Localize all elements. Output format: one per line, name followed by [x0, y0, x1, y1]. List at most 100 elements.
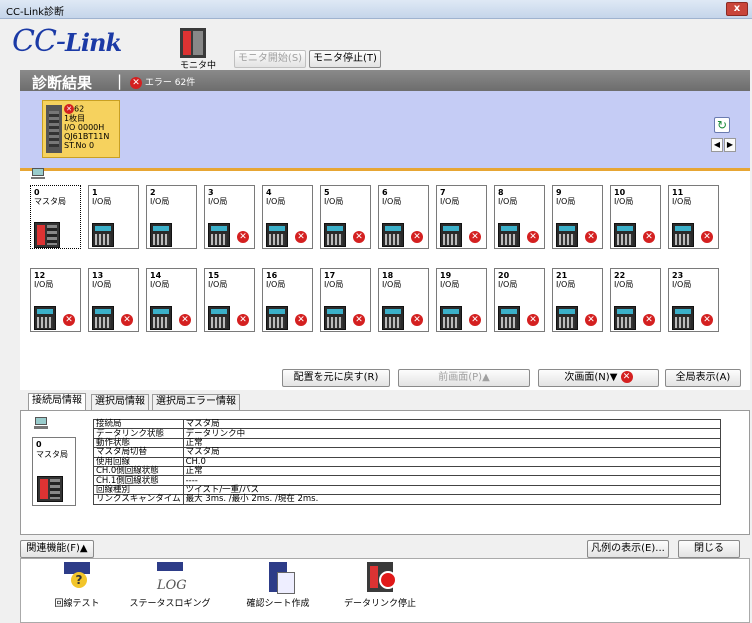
station-master[interactable]: 0 マスタ局 — [30, 185, 81, 249]
station-type: I/O局 — [208, 197, 228, 206]
show-legend-button[interactable]: 凡例の表示(E)... — [587, 540, 669, 558]
info-value: 正常 — [182, 465, 721, 477]
status-logging-button[interactable]: LOG ステータスロギング — [125, 562, 215, 609]
io-module-icon — [92, 306, 114, 330]
station-io[interactable]: 2 I/O局 — [146, 185, 197, 249]
station-io[interactable]: 12 I/O局 ✕ — [30, 268, 81, 332]
monitor-stop-button[interactable]: モニタ停止(T) — [309, 50, 381, 68]
table-row: CH.0側回線状態 正常 — [93, 465, 721, 477]
connected-station-card: 0 マスタ局 — [32, 437, 76, 506]
station-number: 22 — [614, 271, 626, 280]
next-screen-button[interactable]: 次画面(N)▼ ✕ — [538, 369, 659, 387]
refresh-icon[interactable]: ↻ — [714, 117, 730, 133]
station-io[interactable]: 10 I/O局 ✕ — [610, 185, 661, 249]
station-io[interactable]: 4 I/O局 ✕ — [262, 185, 313, 249]
station-io[interactable]: 14 I/O局 ✕ — [146, 268, 197, 332]
master-module-icon — [34, 222, 60, 248]
result-separator: | — [117, 72, 123, 90]
station-type: I/O局 — [614, 197, 634, 206]
error-icon: ✕ — [353, 314, 365, 326]
station-io[interactable]: 17 I/O局 ✕ — [320, 268, 371, 332]
io-module-icon — [324, 223, 346, 247]
io-module-icon — [498, 306, 520, 330]
monitor-start-button[interactable]: モニタ開始(S) — [234, 50, 306, 68]
restore-layout-button[interactable]: 配置を元に戻す(R) — [282, 369, 390, 387]
station-io[interactable]: 20 I/O局 ✕ — [494, 268, 545, 332]
computer-icon — [31, 168, 45, 179]
tab-selected-station-errors[interactable]: 選択局エラー情報 — [152, 394, 240, 410]
line-test-button[interactable]: 回線テスト — [42, 562, 112, 609]
check-sheet-button[interactable]: 確認シート作成 — [238, 562, 318, 609]
station-type: I/O局 — [440, 197, 460, 206]
station-io[interactable]: 16 I/O局 ✕ — [262, 268, 313, 332]
station-io[interactable]: 23 I/O局 ✕ — [668, 268, 719, 332]
info-value: ---- — [182, 475, 721, 486]
station-io[interactable]: 6 I/O局 ✕ — [378, 185, 429, 249]
error-icon: ✕ — [469, 314, 481, 326]
error-icon: ✕ — [295, 231, 307, 243]
station-number: 23 — [672, 271, 684, 280]
station-number: 12 — [34, 271, 46, 280]
station-number: 1 — [92, 188, 98, 197]
station-type: I/O局 — [92, 280, 112, 289]
station-type: I/O局 — [672, 197, 692, 206]
station-number: 11 — [672, 188, 684, 197]
station-io[interactable]: 3 I/O局 ✕ — [204, 185, 255, 249]
station-io[interactable]: 1 I/O局 — [88, 185, 139, 249]
station-io[interactable]: 11 I/O局 ✕ — [668, 185, 719, 249]
table-row: 動作状態 正常 — [93, 437, 721, 449]
io-module-icon — [614, 306, 636, 330]
title-bar: CC-Link診断 x — [0, 0, 752, 19]
computer-icon — [34, 417, 48, 429]
plc-module-icon — [46, 105, 62, 153]
master-module-icon — [37, 476, 63, 502]
scroll-right-button[interactable]: ▶ — [724, 138, 736, 152]
info-key: データリンク状態 — [93, 428, 184, 439]
station-io[interactable]: 15 I/O局 ✕ — [204, 268, 255, 332]
window-close-button[interactable]: x — [726, 2, 748, 16]
io-module-icon — [440, 223, 462, 247]
io-module-icon — [266, 306, 288, 330]
station-type: I/O局 — [266, 197, 286, 206]
table-row: データリンク状態 データリンク中 — [93, 428, 721, 439]
error-icon: ✕ — [130, 76, 142, 89]
scroll-left-button[interactable]: ◀ — [711, 138, 723, 152]
master-module-card[interactable]: ✕ 62 1枚目 I/O 0000H QJ61BT11N ST.No 0 — [42, 100, 120, 158]
station-io[interactable]: 9 I/O局 ✕ — [552, 185, 603, 249]
prev-screen-button[interactable]: 前画面(P)▲ — [398, 369, 530, 387]
info-key: 回線種別 — [93, 484, 184, 496]
station-io[interactable]: 18 I/O局 ✕ — [378, 268, 429, 332]
tab-selected-station[interactable]: 選択局情報 — [91, 394, 149, 410]
io-module-icon — [672, 306, 694, 330]
error-icon: ✕ — [179, 314, 191, 326]
related-functions-button[interactable]: 関連機能(F)▲ — [20, 540, 94, 558]
error-icon: ✕ — [585, 314, 597, 326]
station-number: 17 — [324, 271, 336, 280]
station-io[interactable]: 13 I/O局 ✕ — [88, 268, 139, 332]
station-io[interactable]: 22 I/O局 ✕ — [610, 268, 661, 332]
datalink-stop-icon — [367, 562, 397, 592]
table-row: 接続局 マスタ局 — [93, 418, 721, 430]
station-io[interactable]: 19 I/O局 ✕ — [436, 268, 487, 332]
close-button[interactable]: 閉じる — [678, 540, 740, 558]
station-number: 9 — [556, 188, 562, 197]
error-icon: ✕ — [121, 314, 133, 326]
info-key: マスタ局切替 — [93, 447, 184, 458]
station-io[interactable]: 8 I/O局 ✕ — [494, 185, 545, 249]
show-all-button[interactable]: 全局表示(A) — [665, 369, 741, 387]
result-heading: 診断結果 — [32, 74, 93, 92]
info-value: 正常 — [182, 437, 721, 449]
station-io[interactable]: 5 I/O局 ✕ — [320, 185, 371, 249]
check-sheet-icon — [269, 562, 295, 594]
station-io[interactable]: 21 I/O局 ✕ — [552, 268, 603, 332]
station-type: I/O局 — [150, 280, 170, 289]
tab-connected-station[interactable]: 接続局情報 — [28, 393, 86, 411]
error-icon: ✕ — [63, 314, 75, 326]
io-module-icon — [556, 223, 578, 247]
station-io[interactable]: 7 I/O局 ✕ — [436, 185, 487, 249]
station-number: 6 — [382, 188, 388, 197]
error-icon: ✕ — [643, 231, 655, 243]
station-type: I/O局 — [208, 280, 228, 289]
datalink-stop-button[interactable]: データリンク停止 — [340, 562, 420, 609]
io-module-icon — [150, 223, 172, 247]
